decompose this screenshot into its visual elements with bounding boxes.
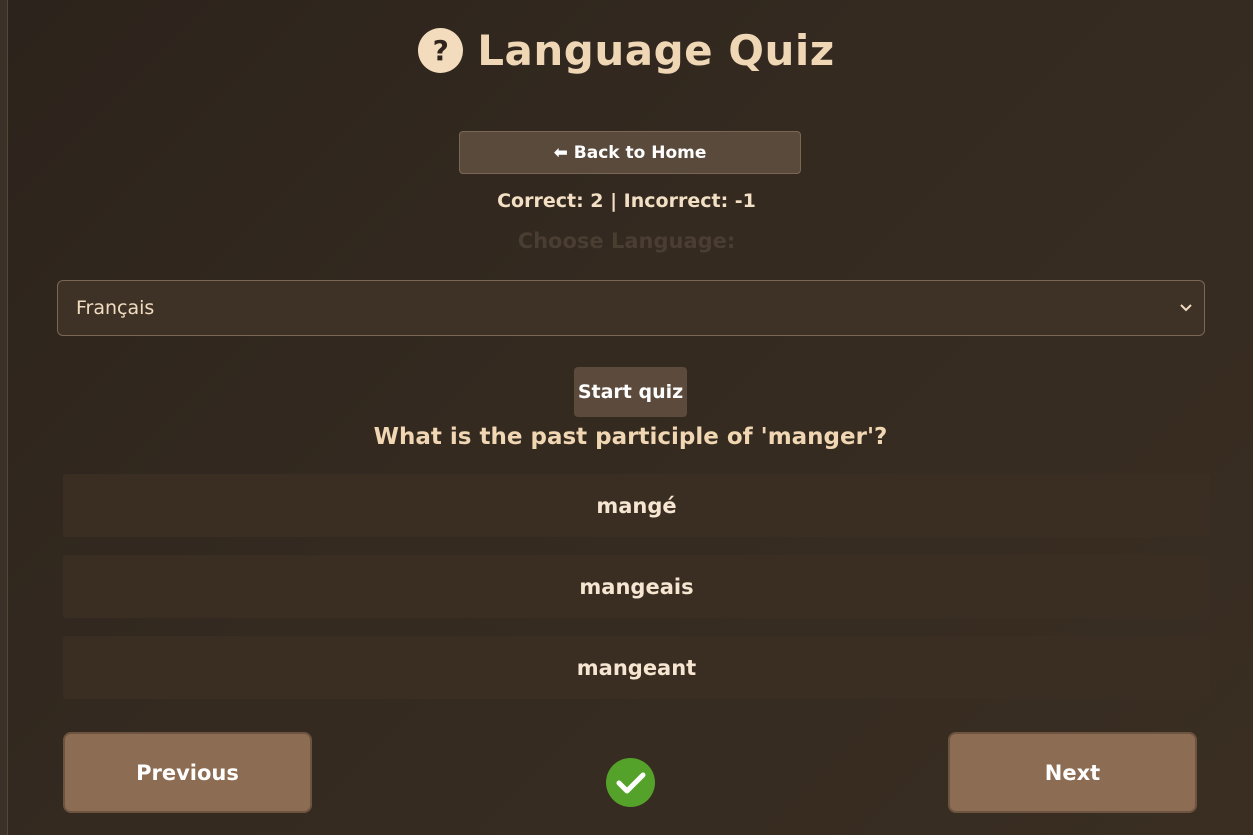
question-circle-icon: ? <box>418 28 464 73</box>
back-to-home-button[interactable]: ⬅ Back to Home <box>459 131 801 174</box>
language-select[interactable]: Français <box>57 280 1205 336</box>
choose-language-label: Choose Language: <box>517 229 736 253</box>
start-quiz-button[interactable]: Start quiz <box>574 367 687 417</box>
answer-option[interactable]: mangeais <box>63 555 1210 618</box>
score-display: Correct: 2 | Incorrect: -1 <box>497 190 756 212</box>
next-button[interactable]: Next <box>948 732 1197 813</box>
previous-button[interactable]: Previous <box>63 732 312 813</box>
question-text: What is the past participle of 'manger'? <box>373 424 888 450</box>
answer-option[interactable]: mangeant <box>63 636 1210 699</box>
chevron-down-icon <box>1180 300 1192 316</box>
answer-option[interactable]: mangé <box>63 474 1210 537</box>
page-title: Language Quiz <box>477 26 835 75</box>
page-header: ? Language Quiz <box>0 26 1253 75</box>
left-edge-border <box>0 0 8 835</box>
language-select-value: Français <box>76 297 155 319</box>
check-circle-icon <box>606 758 655 807</box>
